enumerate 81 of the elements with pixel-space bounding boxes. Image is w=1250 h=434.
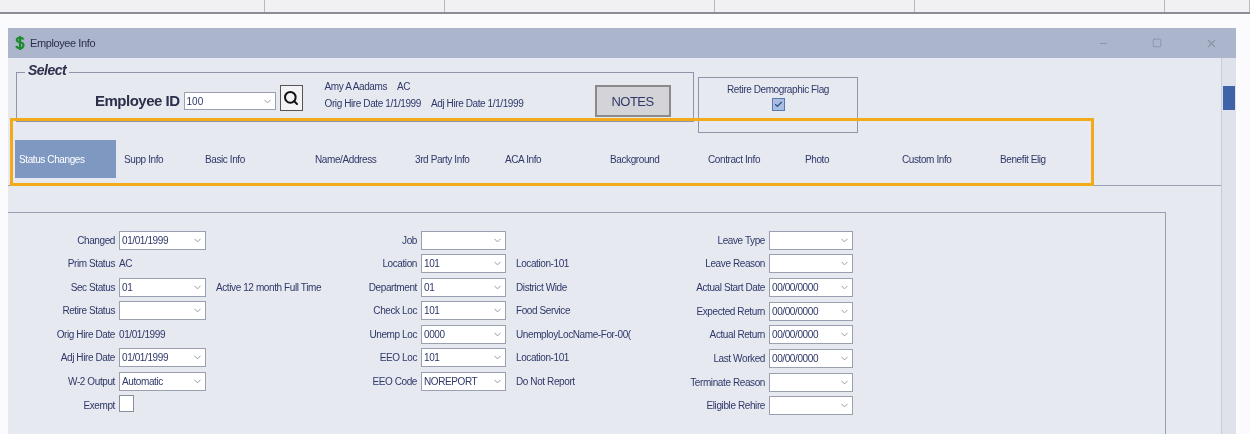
field-label: Eligible Rehire [705, 400, 765, 412]
dropdown-field[interactable]: 00/00/0000 [769, 348, 853, 368]
field-value: AC [119, 258, 134, 269]
tab[interactable]: Basic Info [197, 140, 307, 178]
dropdown-field[interactable] [769, 396, 853, 416]
checkbox-label: Retire Demographic Flag [727, 84, 829, 95]
field-label: Actual Return [708, 329, 765, 341]
dropdown-field[interactable]: NOREPORT [421, 371, 506, 391]
window-title: Employee Info [30, 37, 97, 49]
field-label: Department [367, 281, 417, 293]
maximize-icon [1152, 38, 1162, 48]
field-label: EEO Loc [378, 352, 417, 363]
field-label: W-2 Output [67, 375, 115, 387]
scrollbar[interactable] [1221, 58, 1236, 434]
field-label: Prim Status [66, 258, 115, 269]
tab[interactable]: Custom Info [894, 140, 992, 178]
employee-id-dropdown[interactable]: 100 [183, 92, 276, 110]
group-legend: Select [25, 62, 70, 78]
tab[interactable]: Name/Address [307, 140, 407, 178]
tab[interactable]: Photo [797, 140, 894, 178]
dropdown-field[interactable] [421, 230, 506, 250]
field-label: Adj Hire Date [59, 352, 115, 363]
dropdown-field[interactable]: 101 [421, 348, 506, 367]
dropdown-field[interactable]: 00/00/0000 [769, 301, 853, 321]
hire-date-text: Adj Hire Date 1/1/1999 [430, 98, 524, 109]
field-label: Exempt [82, 399, 115, 411]
search-icon [283, 90, 300, 106]
check-icon [773, 100, 783, 109]
field-label: Job [401, 234, 417, 246]
hire-date-text: Orig Hire Date 1/1/1999 [324, 98, 421, 109]
search-button[interactable] [279, 85, 303, 111]
field-label: Leave Type [716, 234, 765, 246]
dropdown-field[interactable]: 01 [119, 277, 206, 297]
field-description: Food Service [515, 305, 572, 316]
dropdown-field[interactable]: 00/00/0000 [769, 325, 853, 345]
field-description: Active 12 month Full Time [215, 281, 322, 293]
field-description: Location-101 [515, 258, 571, 269]
field-label: Retire Status [61, 305, 115, 316]
dropdown-field[interactable]: 101 [421, 301, 506, 320]
field-label: Actual Start Date [695, 281, 765, 293]
dropdown-field[interactable]: 01/01/1999 [119, 348, 206, 367]
field-description: Do Not Report [515, 375, 576, 387]
field-label: EEO Code [371, 375, 417, 387]
field-description: UnemployLocName-For-00( [515, 328, 632, 340]
field-description: Location-101 [515, 352, 571, 363]
checkbox[interactable] [119, 394, 134, 412]
field-label: Check Loc [372, 305, 417, 316]
field-label: Expected Return [695, 305, 765, 317]
field-label: Terminate Reason [689, 376, 765, 388]
tab[interactable]: Contract Info [700, 140, 797, 178]
field-label: Location [381, 258, 417, 269]
dropdown-field[interactable] [769, 254, 853, 274]
dropdown-field[interactable]: 101 [421, 254, 506, 273]
tab[interactable]: 3rd Party Info [407, 140, 497, 178]
field-label: Leave Reason [704, 258, 765, 270]
tab[interactable]: Supp Info [116, 140, 197, 178]
tab[interactable]: ACA Info [497, 140, 602, 178]
dropdown-field[interactable] [769, 230, 853, 250]
dropdown-field[interactable] [769, 372, 853, 392]
field-label: Unemp Loc [368, 328, 417, 340]
field-description: District Wide [515, 281, 568, 293]
dollar-icon [14, 35, 26, 51]
dropdown-field[interactable]: 00/00/0000 [769, 277, 853, 297]
dropdown-field[interactable]: 01 [421, 277, 506, 297]
checkbox[interactable] [771, 98, 785, 111]
scrollbar-thumb[interactable] [1223, 86, 1235, 110]
dropdown-field[interactable]: 0000 [421, 324, 506, 344]
tab[interactable]: Benefit Elig [992, 140, 1082, 178]
field-label: Changed [76, 234, 115, 246]
dropdown-field[interactable]: Automatic [119, 371, 206, 391]
employee-name: Amy A Aadams [324, 81, 387, 92]
field-value: 01/01/1999 [119, 328, 167, 340]
dropdown-field[interactable]: 01/01/1999 [119, 230, 206, 250]
field-label: Employee ID [95, 92, 180, 109]
field-label: Orig Hire Date [55, 328, 115, 340]
tab[interactable]: Background [602, 140, 700, 178]
employee-status: AC [397, 81, 411, 92]
field-label: Sec Status [69, 281, 115, 293]
field-label: Last Worked [712, 352, 765, 364]
dropdown-field[interactable] [119, 301, 206, 320]
notes-button[interactable]: NOTES [594, 85, 671, 117]
